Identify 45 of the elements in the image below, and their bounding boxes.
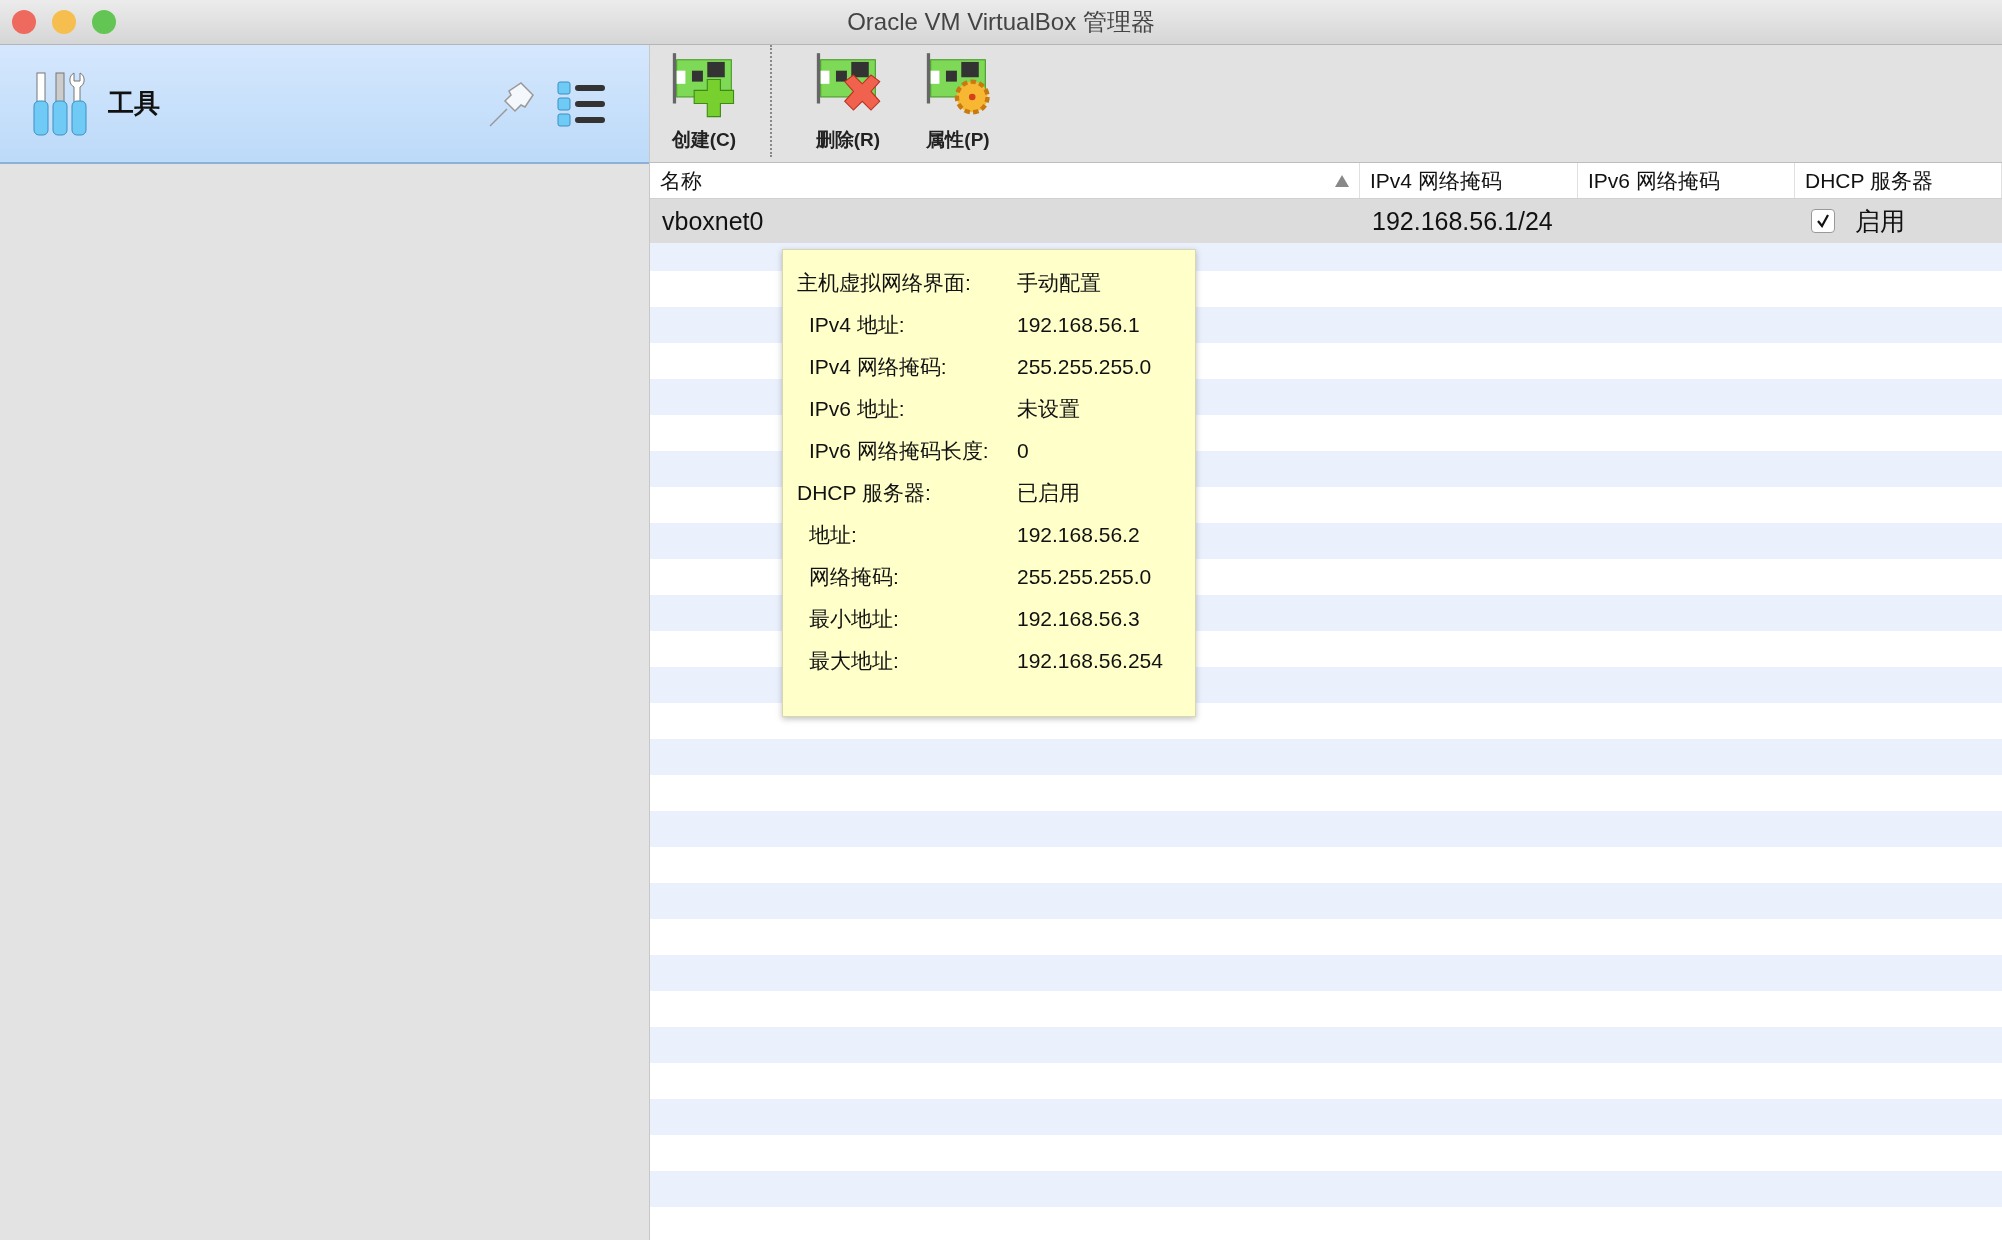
tooltip-value: 0 <box>1017 439 1030 463</box>
list-view-icon[interactable] <box>557 80 607 127</box>
tooltip-value: 未设置 <box>1017 396 1081 422</box>
checkmark-icon <box>1815 213 1831 229</box>
tooltip-value: 手动配置 <box>1017 270 1102 296</box>
column-header[interactable]: IPv4 网络掩码 <box>1360 163 1578 198</box>
column-label: IPv6 网络掩码 <box>1588 167 1720 194</box>
tooltip-value: 192.168.56.2 <box>1017 523 1141 547</box>
tooltip-value: 192.168.56.1 <box>1017 313 1141 337</box>
column-header[interactable]: 名称 <box>650 163 1360 198</box>
tools-item[interactable]: 工具 <box>0 45 649 164</box>
tools-icon <box>32 70 88 137</box>
tooltip-label: IPv4 地址: <box>808 312 906 338</box>
tooltip-value: 已启用 <box>1017 480 1081 506</box>
tooltip-value: 192.168.56.3 <box>1017 607 1141 631</box>
table-cell-text: 192.168.56.1/24 <box>1371 206 1554 236</box>
tooltip-label: IPv6 网络掩码长度: <box>808 438 990 464</box>
tooltip-label: DHCP 服务器: <box>797 480 932 506</box>
tools-label: 工具 <box>108 87 160 120</box>
minimize-button[interactable] <box>52 10 76 34</box>
checkbox[interactable] <box>1811 209 1835 233</box>
close-button[interactable] <box>12 10 36 34</box>
tooltip-label: IPv4 网络掩码: <box>808 354 948 380</box>
zoom-button[interactable] <box>92 10 116 34</box>
tooltip-label: 网络掩码: <box>808 564 900 590</box>
tooltip-value: 192.168.56.254 <box>1017 649 1164 673</box>
tooltip-value: 255.255.255.0 <box>1017 565 1153 589</box>
tooltip-label: 地址: <box>808 522 858 548</box>
column-label: IPv4 网络掩码 <box>1370 167 1502 194</box>
column-label: 名称 <box>660 167 702 194</box>
column-header[interactable]: DHCP 服务器 <box>1795 163 2002 198</box>
tooltip-label: 主机虚拟网络界面: <box>797 270 972 296</box>
column-label: DHCP 服务器 <box>1805 167 1933 194</box>
table-row[interactable]: vboxnet0 192.168.56.1/24 启用 <box>650 199 2002 243</box>
properties-button[interactable]: 属性(P) <box>914 49 1002 155</box>
create-button[interactable]: 创建(C) <box>660 49 748 155</box>
table-cell-text: vboxnet0 <box>661 206 765 236</box>
window-title: Oracle VM VirtualBox 管理器 <box>847 7 1155 37</box>
column-header[interactable]: IPv6 网络掩码 <box>1578 163 1795 198</box>
tooltip-value: 255.255.255.0 <box>1017 355 1153 379</box>
tooltip-label: 最小地址: <box>808 606 900 632</box>
tooltip-label: IPv6 地址: <box>808 396 906 422</box>
checkbox-label: 启用 <box>1855 205 1905 237</box>
tooltip-label: 最大地址: <box>808 648 900 674</box>
remove-button[interactable]: 删除(R) <box>804 49 892 155</box>
